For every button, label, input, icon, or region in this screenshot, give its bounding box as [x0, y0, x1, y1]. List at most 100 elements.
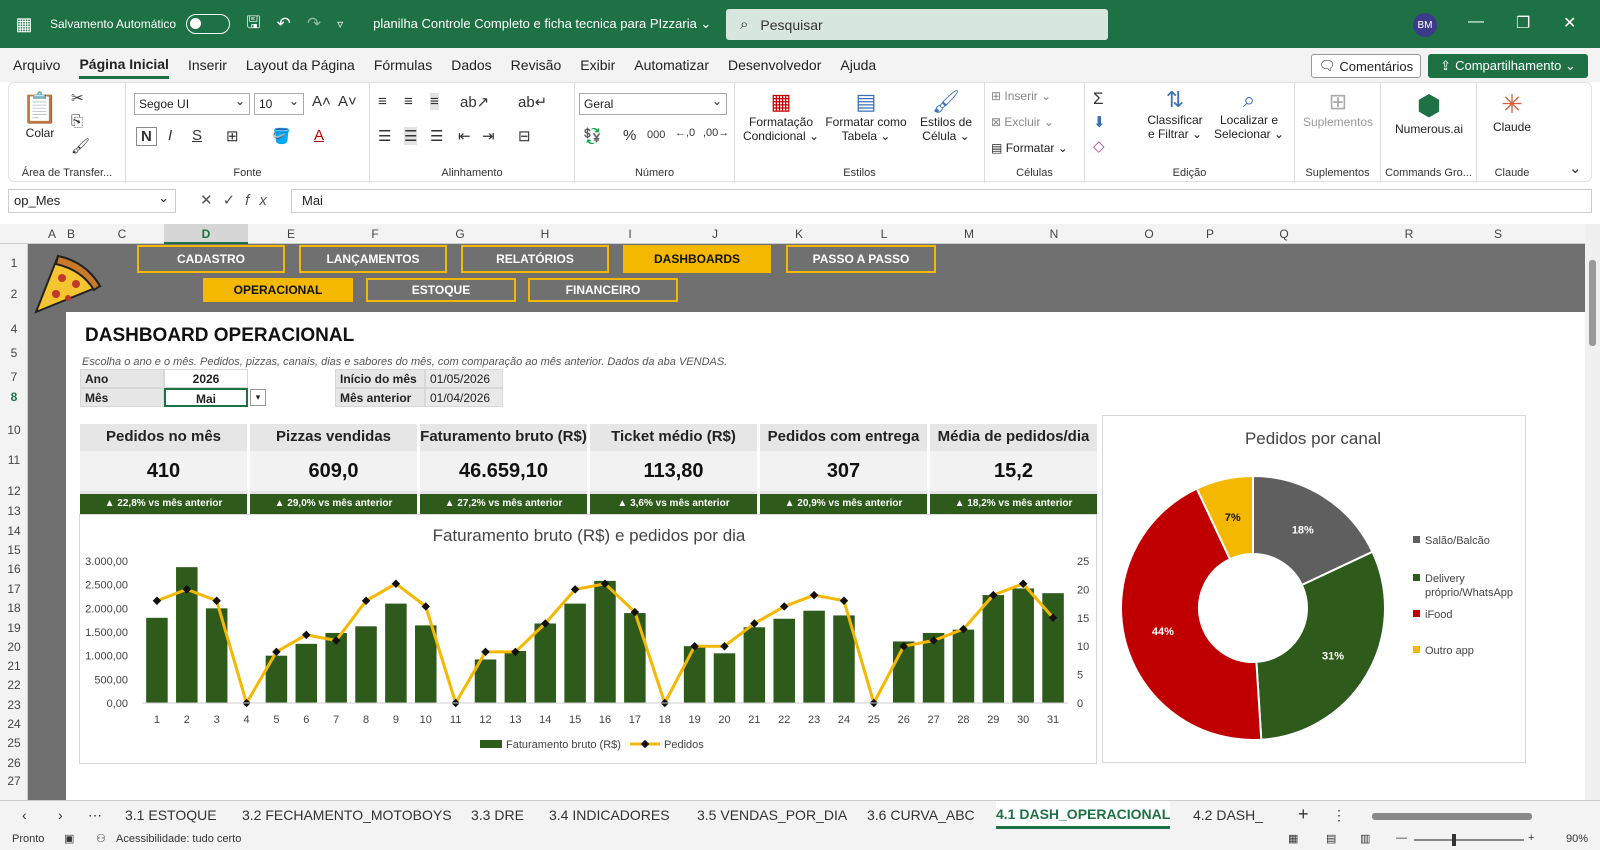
bar[interactable]: [743, 627, 766, 703]
nav-lancamentos-button[interactable]: LANÇAMENTOS: [299, 245, 447, 273]
column-header[interactable]: M: [927, 227, 1011, 241]
column-header[interactable]: D: [164, 224, 248, 244]
close-icon[interactable]: ✕: [1563, 13, 1576, 33]
row-header[interactable]: 20: [0, 640, 28, 654]
copy-icon[interactable]: ⎘: [71, 113, 83, 130]
row-header[interactable]: 2: [0, 287, 28, 301]
scroll-thumb[interactable]: [1589, 260, 1596, 346]
format-table-button[interactable]: ▤ Formatar como Tabela ⌄: [821, 89, 911, 143]
row-header[interactable]: 22: [0, 678, 28, 692]
increase-indent-icon[interactable]: ⇥: [482, 127, 495, 145]
add-sheet-icon[interactable]: +: [1298, 804, 1309, 825]
column-header[interactable]: P: [1200, 227, 1220, 241]
zoom-in-icon[interactable]: +: [1528, 832, 1534, 844]
decrease-decimal-icon[interactable]: ,00→: [703, 127, 729, 139]
align-top-icon[interactable]: ≡: [378, 93, 387, 110]
ribbon-tab-0[interactable]: Arquivo: [13, 53, 60, 77]
ribbon-tab-2[interactable]: Inserir: [188, 53, 227, 77]
fill-icon[interactable]: ⬇: [1093, 113, 1106, 131]
insert-cells-button[interactable]: ⊞ Inserir ⌄: [991, 89, 1051, 103]
clear-icon[interactable]: ◇: [1093, 137, 1105, 155]
delete-cells-button[interactable]: ⊠ Excluir ⌄: [991, 115, 1054, 129]
ribbon-tab-1[interactable]: Página Inicial: [79, 52, 169, 79]
row-header[interactable]: 17: [0, 582, 28, 596]
page-break-icon[interactable]: ▥: [1360, 832, 1370, 845]
column-header[interactable]: B: [64, 227, 78, 241]
enter-icon[interactable]: ✓: [223, 192, 246, 209]
row-header[interactable]: 16: [0, 562, 28, 576]
fill-color-icon[interactable]: 🪣: [272, 127, 291, 145]
find-select-button[interactable]: ⌕ Localizar e Selecionar ⌄: [1211, 87, 1287, 141]
nav-passo-a-passo-button[interactable]: PASSO A PASSO: [786, 245, 936, 273]
name-box[interactable]: op_Mes: [8, 187, 176, 213]
paste-button[interactable]: 📋 Colar: [19, 91, 61, 140]
bar[interactable]: [295, 643, 318, 703]
wrap-text-icon[interactable]: ab↵: [518, 93, 547, 111]
currency-icon[interactable]: 💱: [583, 127, 602, 145]
nav-estoque-button[interactable]: ESTOQUE: [366, 278, 516, 302]
column-header[interactable]: E: [249, 227, 333, 241]
tab-scroll-right-icon[interactable]: ›: [58, 807, 63, 823]
column-header[interactable]: K: [757, 227, 841, 241]
bold-icon[interactable]: N: [136, 127, 157, 146]
row-header[interactable]: 27: [0, 774, 28, 788]
line-point[interactable]: [212, 596, 221, 606]
sheet-tab[interactable]: 4.2 DASH_: [1193, 807, 1263, 823]
align-bottom-icon[interactable]: ≡: [430, 93, 439, 110]
redo-icon[interactable]: ↷: [307, 14, 321, 34]
numerous-button[interactable]: ⬢ Numerous.ai: [1385, 89, 1473, 136]
minimize-icon[interactable]: —: [1468, 13, 1484, 31]
bar[interactable]: [504, 650, 527, 703]
align-right-icon[interactable]: ☰: [430, 127, 443, 145]
cancel-icon[interactable]: ✕: [200, 192, 223, 209]
row-header[interactable]: 15: [0, 543, 28, 557]
row-header[interactable]: 10: [0, 423, 28, 437]
line-point[interactable]: [152, 596, 162, 606]
formula-input[interactable]: Mai: [291, 189, 1592, 213]
sheet-tab[interactable]: 3.2 FECHAMENTO_MOTOBOYS: [242, 807, 452, 823]
column-header[interactable]: Q: [1222, 227, 1346, 241]
customize-toolbar-icon[interactable]: ▿: [337, 17, 343, 31]
bar[interactable]: [594, 580, 616, 703]
restore-icon[interactable]: ❐: [1516, 13, 1530, 33]
bar[interactable]: [534, 623, 557, 703]
row-header[interactable]: 26: [0, 756, 28, 770]
row-header[interactable]: 11: [0, 453, 28, 467]
row-header[interactable]: 12: [0, 484, 28, 498]
row-header[interactable]: 1: [0, 256, 28, 270]
column-header[interactable]: J: [673, 227, 757, 241]
ribbon-tab-7[interactable]: Exibir: [580, 53, 615, 77]
page-layout-icon[interactable]: ▤: [1326, 832, 1336, 845]
font-name-select[interactable]: Segoe UI: [134, 91, 250, 115]
addins-button[interactable]: ⊞ Suplementos: [1299, 89, 1377, 129]
align-middle-icon[interactable]: ≡: [404, 93, 413, 110]
ano-input[interactable]: 2026: [164, 369, 248, 388]
column-header[interactable]: R: [1347, 227, 1471, 241]
bar[interactable]: [773, 618, 795, 703]
row-header[interactable]: 7: [0, 370, 28, 384]
daily-chart[interactable]: Faturamento bruto (R$) e pedidos por dia…: [79, 514, 1097, 764]
number-format-select[interactable]: Geral: [579, 91, 727, 115]
excel-app-icon[interactable]: ▦: [0, 0, 48, 48]
row-header[interactable]: 23: [0, 698, 28, 712]
nav-operacional-button[interactable]: OPERACIONAL: [203, 278, 353, 302]
zoom-slider-handle[interactable]: [1452, 834, 1456, 846]
column-header[interactable]: G: [418, 227, 502, 241]
sheet-tab[interactable]: 3.6 CURVA_ABC: [867, 807, 975, 823]
vertical-scrollbar[interactable]: [1585, 224, 1600, 800]
accessibility-icon[interactable]: ⚇: [96, 832, 106, 845]
row-header[interactable]: 13: [0, 504, 28, 518]
sheet-tab[interactable]: 3.1 ESTOQUE: [125, 807, 217, 823]
column-header[interactable]: N: [1012, 227, 1096, 241]
italic-icon[interactable]: I: [168, 127, 172, 144]
ribbon-tab-4[interactable]: Fórmulas: [374, 53, 432, 77]
orientation-icon[interactable]: ab↗: [460, 93, 489, 111]
claude-button[interactable]: ✳ Claude: [1481, 89, 1543, 134]
decrease-indent-icon[interactable]: ⇤: [458, 127, 471, 145]
merge-center-icon[interactable]: ⊟: [518, 127, 531, 145]
format-cells-button[interactable]: ▤ Formatar ⌄: [991, 141, 1068, 155]
font-color-icon[interactable]: A: [314, 127, 324, 144]
nav-cadastro-button[interactable]: CADASTRO: [137, 245, 285, 273]
pie-slice[interactable]: [1255, 550, 1386, 741]
nav-dashboards-button[interactable]: DASHBOARDS: [623, 245, 771, 273]
